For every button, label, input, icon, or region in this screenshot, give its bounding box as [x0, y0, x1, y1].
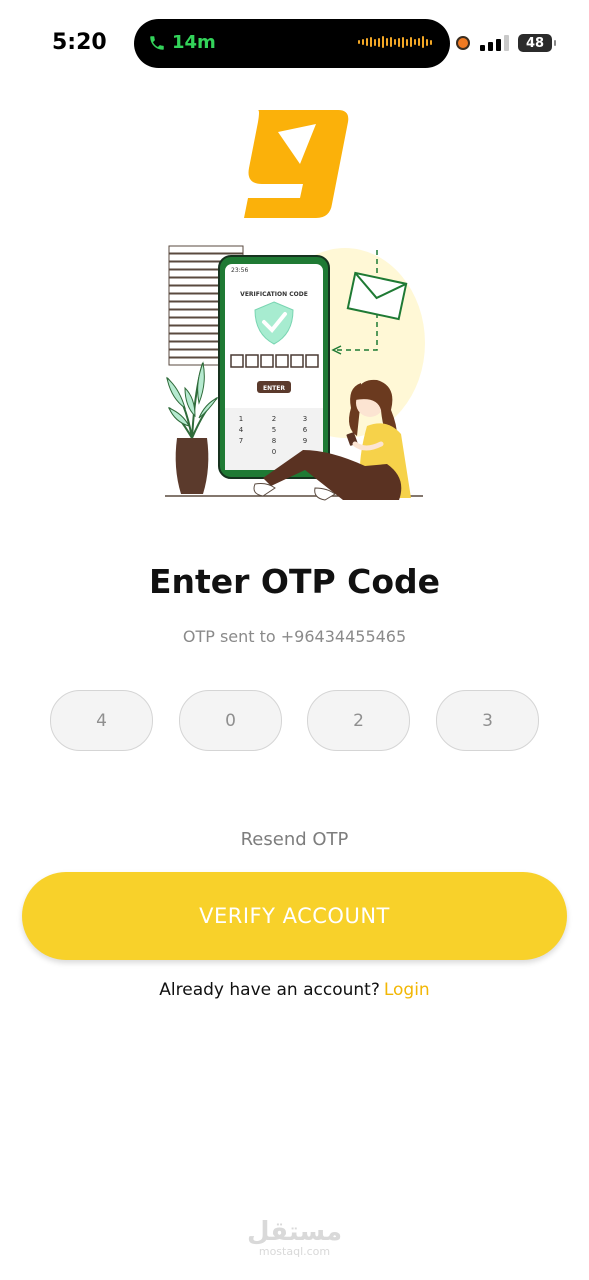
watermark: مستقل mostaql.com: [0, 1218, 589, 1258]
login-prompt: Already have an account? Login: [0, 980, 589, 1000]
battery-icon: 48: [518, 34, 556, 52]
watermark-sub: mostaql.com: [258, 1245, 331, 1258]
otp-illustration: 23:56 VERIFICATION CODE ENTER 1 2 3 4 5 …: [155, 238, 430, 507]
login-link[interactable]: Login: [384, 980, 430, 1000]
resend-otp-link[interactable]: Resend OTP: [0, 829, 589, 850]
call-duration: 14m: [172, 32, 216, 53]
otp-input-group: 4 0 2 3: [50, 690, 539, 751]
svg-text:1: 1: [239, 415, 243, 423]
status-time: 5:20: [52, 30, 107, 55]
recording-dot-icon: [456, 36, 470, 50]
audio-waveform-icon: [358, 36, 432, 48]
svg-text:9: 9: [303, 437, 307, 445]
cellular-signal-icon: [480, 35, 509, 51]
verify-account-button[interactable]: VERIFY ACCOUNT: [22, 872, 567, 960]
dynamic-island[interactable]: 14m: [134, 19, 450, 68]
svg-text:3: 3: [303, 415, 307, 423]
call-indicator[interactable]: 14m: [148, 32, 216, 53]
page-title: Enter OTP Code: [148, 562, 441, 601]
phone-enter: ENTER: [263, 385, 285, 392]
svg-text:8: 8: [272, 437, 276, 445]
svg-text:6: 6: [303, 426, 308, 434]
otp-digit-4[interactable]: 3: [436, 690, 539, 751]
app-logo: [238, 106, 350, 228]
svg-text:4: 4: [239, 426, 244, 434]
svg-text:2: 2: [272, 415, 276, 423]
battery-level: 48: [525, 35, 545, 51]
system-indicators: 48: [456, 34, 556, 52]
phone-icon: [150, 35, 164, 50]
otp-digit-3[interactable]: 2: [307, 690, 410, 751]
svg-text:0: 0: [272, 448, 276, 456]
otp-digit-1[interactable]: 4: [50, 690, 153, 751]
verify-account-label: VERIFY ACCOUNT: [199, 904, 390, 928]
phone-heading: VERIFICATION CODE: [240, 291, 308, 298]
otp-sent-text: OTP sent to +96434455465: [182, 627, 407, 646]
watermark-main: مستقل: [246, 1217, 343, 1247]
phone-time: 23:56: [231, 267, 248, 274]
svg-text:7: 7: [239, 437, 243, 445]
login-prompt-text: Already have an account?: [159, 980, 380, 1000]
svg-text:5: 5: [272, 426, 276, 434]
otp-digit-2[interactable]: 0: [179, 690, 282, 751]
status-bar: 5:20 14m 48: [0, 0, 589, 88]
